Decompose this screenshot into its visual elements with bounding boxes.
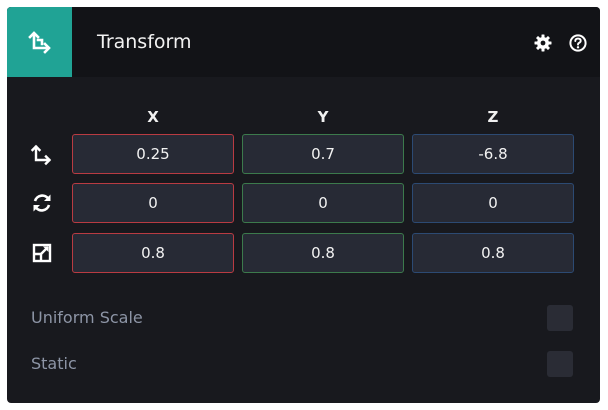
settings-gear-icon[interactable] [534, 34, 552, 52]
column-header-x: X [147, 108, 159, 126]
rotation-z-field[interactable] [412, 183, 574, 223]
uniform-scale-label: Uniform Scale [31, 308, 143, 327]
position-x-field[interactable] [72, 134, 234, 174]
position-y-field[interactable] [242, 134, 404, 174]
scale-x-field[interactable] [72, 233, 234, 273]
help-icon[interactable] [569, 34, 587, 52]
static-checkbox[interactable] [547, 351, 573, 377]
panel-title: Transform [97, 31, 192, 53]
static-label: Static [31, 354, 77, 373]
scale-icon [30, 241, 54, 265]
column-header-y: Y [317, 108, 329, 126]
panel-header: Transform [7, 7, 600, 77]
column-header-z: Z [487, 108, 499, 126]
scale-z-field[interactable] [412, 233, 574, 273]
uniform-scale-checkbox[interactable] [547, 305, 573, 331]
position-axes-icon [30, 142, 54, 166]
rotation-y-field[interactable] [242, 183, 404, 223]
position-z-field[interactable] [412, 134, 574, 174]
scale-y-field[interactable] [242, 233, 404, 273]
rotation-icon [30, 191, 54, 215]
rotation-x-field[interactable] [72, 183, 234, 223]
transform-panel: Transform X Y Z 0.25 0.7 -6.8 0 0 0 0.8 … [7, 7, 600, 403]
transform-axes-icon [7, 7, 72, 77]
